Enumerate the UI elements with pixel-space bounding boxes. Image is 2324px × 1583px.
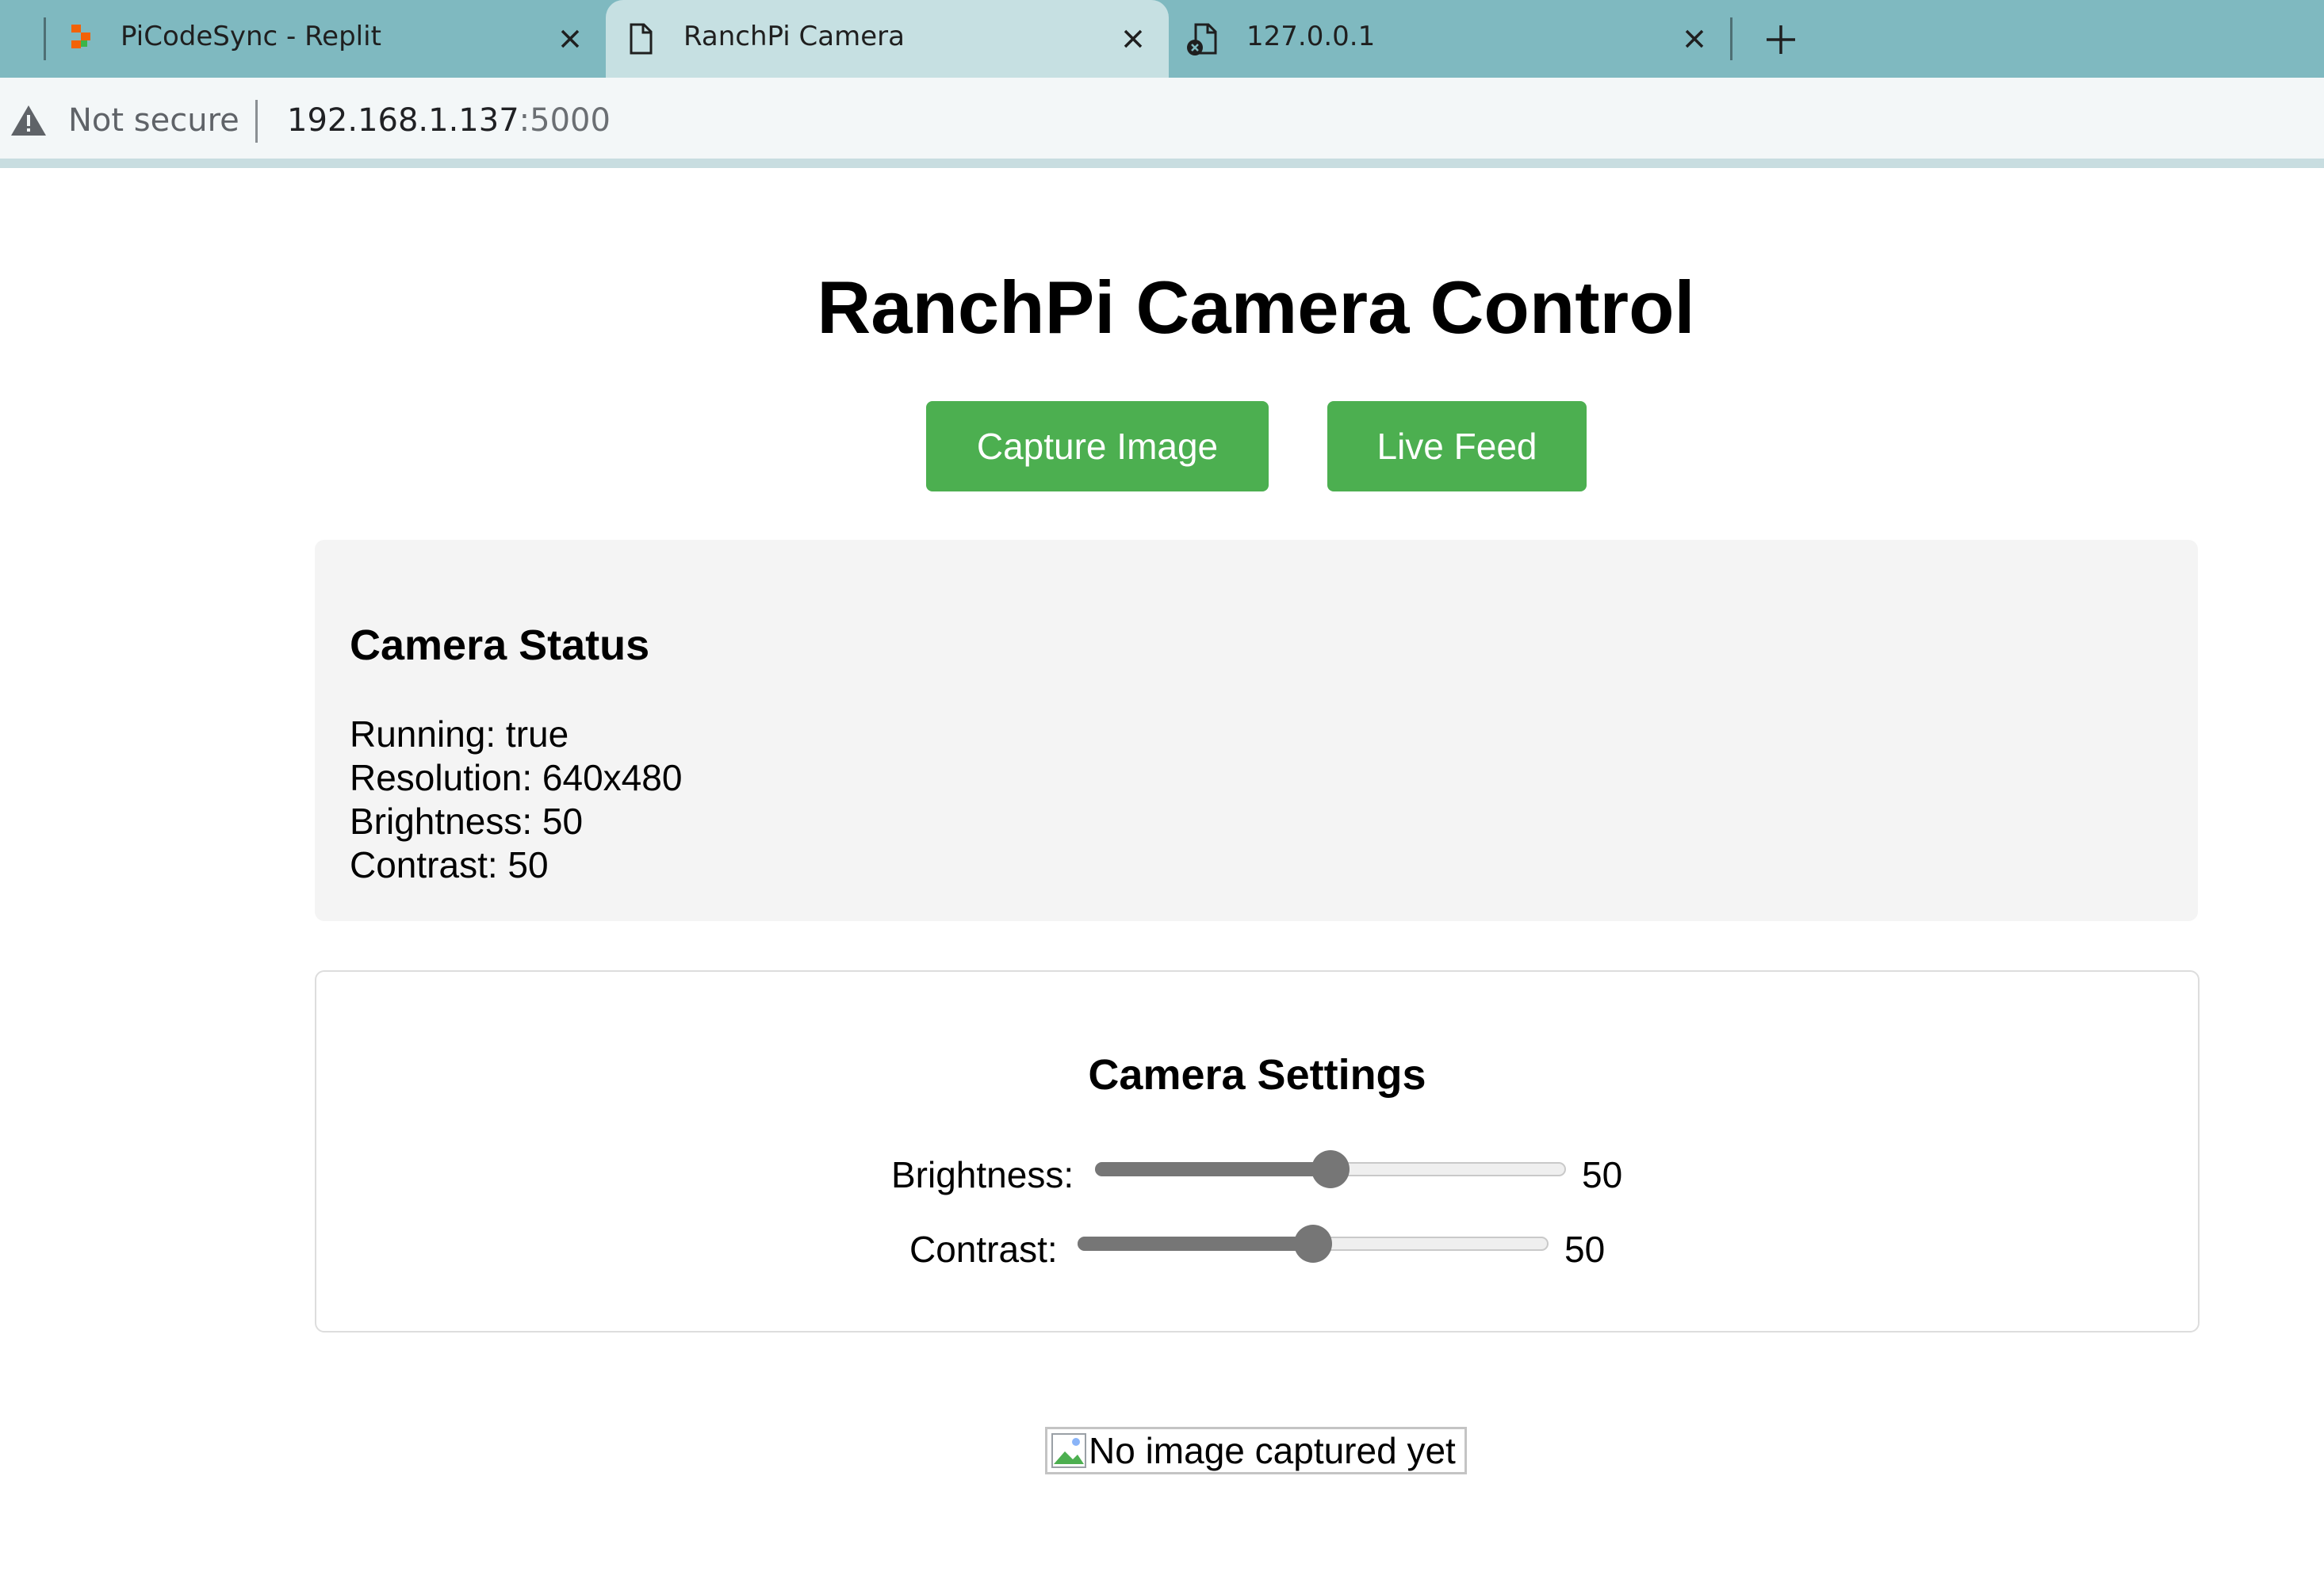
tab-ranchpi-camera[interactable]: RanchPi Camera <box>606 0 1169 78</box>
status-brightness: Brightness: 50 <box>350 801 584 842</box>
contrast-slider[interactable] <box>1078 1225 1549 1264</box>
warning-icon[interactable] <box>10 103 48 138</box>
status-contrast: Contrast: 50 <box>350 844 549 885</box>
tab-title: RanchPi Camera <box>683 21 905 52</box>
slider-fill <box>1095 1162 1330 1176</box>
tab-strip: PiCodeSync - Replit RanchPi Camera 127.0… <box>0 0 2324 78</box>
contrast-label: Contrast: <box>909 1229 1058 1270</box>
close-icon[interactable] <box>1118 24 1148 54</box>
settings-heading: Camera Settings <box>1088 1051 1426 1099</box>
address-separator <box>255 100 258 143</box>
tab-localhost[interactable]: 127.0.0.1 <box>1170 0 1733 78</box>
document-icon <box>630 23 653 55</box>
status-heading: Camera Status <box>350 621 650 669</box>
camera-settings-panel: Camera Settings Brightness: 50 Contrast:… <box>315 970 2200 1333</box>
page-title: RanchPi Camera Control <box>817 266 1695 349</box>
slider-thumb[interactable] <box>1311 1150 1350 1188</box>
slider-thumb[interactable] <box>1294 1225 1332 1263</box>
tab-title: 127.0.0.1 <box>1246 21 1376 52</box>
brightness-slider[interactable] <box>1095 1150 1566 1190</box>
close-icon[interactable] <box>1679 24 1709 54</box>
plus-icon[interactable] <box>1762 21 1800 59</box>
status-running: Running: true <box>350 713 569 755</box>
tab-title: PiCodeSync - Replit <box>121 21 381 52</box>
url-host: 192.168.1.137 <box>287 102 519 139</box>
slider-fill <box>1078 1237 1313 1251</box>
live-feed-button[interactable]: Live Feed <box>1327 401 1587 491</box>
replit-icon <box>71 25 90 48</box>
broken-image-icon <box>1051 1433 1086 1468</box>
tab-separator <box>1730 17 1732 60</box>
close-icon[interactable] <box>555 24 585 54</box>
url-port: :5000 <box>519 102 611 139</box>
capture-image-button[interactable]: Capture Image <box>926 401 1269 491</box>
image-alt-text: No image captured yet <box>1089 1430 1456 1471</box>
tab-separator <box>44 17 46 60</box>
contrast-value: 50 <box>1564 1229 1606 1270</box>
document-error-icon <box>1187 23 1217 55</box>
brightness-label: Brightness: <box>891 1154 1074 1195</box>
url-text[interactable]: 192.168.1.137:5000 <box>287 102 611 139</box>
captured-image: No image captured yet <box>1045 1427 1467 1474</box>
security-label[interactable]: Not secure <box>68 102 239 139</box>
camera-status-panel: Camera Status Running: true Resolution: … <box>315 540 2198 921</box>
tab-picodesync[interactable]: PiCodeSync - Replit <box>48 0 603 78</box>
brightness-value: 50 <box>1582 1154 1623 1195</box>
status-resolution: Resolution: 640x480 <box>350 757 683 798</box>
